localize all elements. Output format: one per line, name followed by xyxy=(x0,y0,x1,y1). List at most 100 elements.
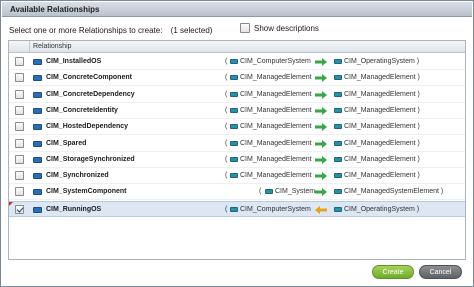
instruction-text: Select one or more Relationships to crea… xyxy=(9,26,212,35)
target-entity-label: CIM_ManagedElement ) xyxy=(344,172,420,180)
arrow-right-icon xyxy=(315,106,327,115)
cancel-button[interactable]: Cancel xyxy=(419,265,462,279)
arrow-right-icon xyxy=(315,139,327,148)
row-checkbox[interactable] xyxy=(15,73,24,83)
entity-icon xyxy=(230,75,238,81)
source-entity-label: CIM_ManagedElement xyxy=(240,106,312,114)
relationships-grid: Relationship CIM_InstalledOS (CIM_Compute… xyxy=(8,40,466,260)
relationship-icon xyxy=(33,124,42,131)
relationship-name: CIM_HostedDependency xyxy=(46,123,129,131)
row-checkbox[interactable] xyxy=(15,57,24,66)
target-entity: CIM_ManagedElement ) xyxy=(334,74,420,81)
arrow-right-icon xyxy=(315,74,327,83)
show-descriptions-checkbox[interactable] xyxy=(240,23,250,33)
table-row[interactable]: CIM_HostedDependency (CIM_ManagedElement C… xyxy=(9,119,465,136)
open-paren: ( xyxy=(225,205,228,213)
entity-icon xyxy=(230,173,238,179)
show-descriptions-toggle[interactable]: Show descriptions xyxy=(240,23,319,33)
target-entity-label: CIM_ManagedElement ) xyxy=(344,139,420,147)
instruction-label: Select one or more Relationships to crea… xyxy=(9,26,163,35)
entity-icon xyxy=(230,206,238,212)
relationship-name: CIM_InstalledOS xyxy=(46,58,102,65)
entity-icon xyxy=(334,124,342,130)
column-header-relationship[interactable]: Relationship xyxy=(29,41,72,53)
source-entity-label: CIM_ManagedElement xyxy=(240,155,312,163)
table-row[interactable]: CIM_ConcreteIdentity (CIM_ManagedElement C… xyxy=(9,103,465,119)
source-entity: CIM_System xyxy=(265,188,315,195)
target-entity-label: CIM_ManagedElement ) xyxy=(344,74,420,82)
arrow-right-icon xyxy=(315,155,327,164)
dialog-title: Available Relationships xyxy=(10,5,100,14)
source-entity: CIM_ManagedElement xyxy=(230,107,312,114)
entity-icon xyxy=(334,206,342,212)
row-checkbox[interactable] xyxy=(15,204,24,214)
arrow-right-icon xyxy=(315,123,327,132)
source-entity-label: CIM_ManagedElement xyxy=(240,139,312,147)
arrow-right-icon xyxy=(315,188,327,197)
row-checkbox[interactable] xyxy=(15,89,24,99)
table-row[interactable]: CIM_RunningOS (CIM_ComputerSystem CIM_Oper… xyxy=(9,200,465,217)
entity-icon xyxy=(334,59,342,64)
source-entity-label: CIM_ManagedElement xyxy=(240,90,312,98)
relationship-icon xyxy=(33,75,42,82)
table-row[interactable]: CIM_Spared ( CIM_ManagedElement CIM_Managed… xyxy=(9,136,465,152)
source-entity: CIM_ManagedElement xyxy=(230,140,312,147)
target-entity: CIM_OperatingSystem ) xyxy=(334,206,419,213)
entity-icon xyxy=(230,59,238,64)
entity-icon xyxy=(334,173,342,179)
target-entity: CIM_OperatingSystem ) xyxy=(334,58,419,65)
relationship-name: CIM_Spared xyxy=(46,139,87,147)
target-entity: CIM_ManagedSystemElement ) xyxy=(334,188,443,195)
table-row[interactable]: CIM_SystemComponent (CIM_System CIM_Manage… xyxy=(9,184,465,201)
source-entity-label: CIM_ManagedElement xyxy=(240,74,312,82)
row-checkbox[interactable] xyxy=(15,187,24,197)
relationship-name: CIM_ConcreteComponent xyxy=(46,74,132,82)
entity-icon xyxy=(230,91,238,97)
row-checkbox[interactable] xyxy=(15,171,24,181)
source-entity: CIM_ManagedElement xyxy=(230,172,312,179)
target-entity-label: CIM_ManagedElement ) xyxy=(344,155,420,163)
table-row[interactable]: CIM_StorageSynchronized (CIM_ManagedEleme… xyxy=(9,152,465,168)
relationship-icon xyxy=(33,140,42,147)
arrow-left-icon xyxy=(315,205,327,214)
open-paren: ( xyxy=(259,188,262,196)
table-row[interactable]: CIM_ConcreteComponent ( CIM_ManagedElement… xyxy=(9,70,465,87)
entity-icon xyxy=(334,189,342,195)
target-entity: CIM_ManagedElement ) xyxy=(334,172,420,179)
open-paren: ( xyxy=(225,74,228,82)
relationship-icon xyxy=(33,189,42,196)
target-entity-label: CIM_ManagedElement ) xyxy=(344,106,420,114)
source-entity-label: CIM_ManagedElement xyxy=(240,172,312,180)
source-entity: CIM_ComputerSystem xyxy=(230,206,311,213)
row-checkbox[interactable] xyxy=(15,105,24,115)
relationship-icon xyxy=(33,107,42,114)
entity-icon xyxy=(334,75,342,81)
table-row[interactable]: CIM_ConcreteDependency (CIM_ManagedElemen… xyxy=(9,87,465,103)
row-checkbox[interactable] xyxy=(15,154,24,164)
relationship-name: CIM_RunningOS xyxy=(46,205,102,213)
open-paren: ( xyxy=(225,106,228,114)
show-descriptions-label: Show descriptions xyxy=(254,23,319,33)
row-checkbox[interactable] xyxy=(15,138,24,148)
relationship-name: CIM_Synchronized xyxy=(46,172,109,180)
target-entity-label: CIM_ManagedElement ) xyxy=(344,123,420,131)
open-paren: ( xyxy=(225,139,228,147)
arrow-right-icon xyxy=(315,172,327,181)
row-checkbox[interactable] xyxy=(15,122,24,132)
table-row[interactable]: CIM_Synchronized (CIM_ManagedElement CIM_M… xyxy=(9,168,465,185)
target-entity: CIM_ManagedElement ) xyxy=(334,107,420,114)
relationship-name: CIM_SystemComponent xyxy=(46,188,127,196)
source-entity: CIM_ManagedElement xyxy=(230,123,312,130)
source-entity-label: CIM_ComputerSystem xyxy=(240,58,311,65)
target-entity: CIM_ManagedElement ) xyxy=(334,140,420,147)
dialog-titlebar[interactable]: Available Relationships xyxy=(2,2,472,17)
entity-icon xyxy=(334,91,342,97)
source-entity-label: CIM_ManagedElement xyxy=(240,123,312,131)
grid-header: Relationship xyxy=(9,41,465,53)
target-entity: CIM_ManagedElement ) xyxy=(334,123,420,130)
target-entity: CIM_ManagedElement ) xyxy=(334,156,420,163)
relationship-icon xyxy=(33,206,42,213)
create-button[interactable]: Create xyxy=(372,265,414,279)
table-row[interactable]: CIM_InstalledOS (CIM_ComputerSystem CIM_Op… xyxy=(9,54,465,70)
open-paren: ( xyxy=(225,90,228,98)
